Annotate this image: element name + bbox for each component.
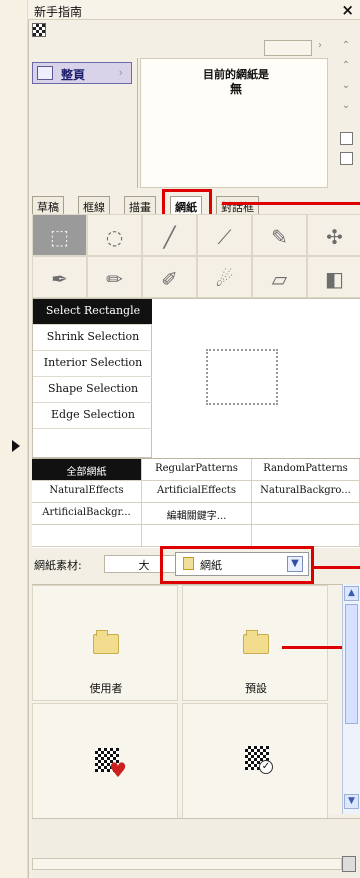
wand-tool[interactable]: ⟋ bbox=[197, 214, 252, 256]
screentone-folder-grid: 使用者 預設 ♥ ✓ bbox=[32, 584, 360, 819]
pen-tool[interactable]: ✒ bbox=[32, 256, 87, 298]
brush-tool[interactable]: ✐ bbox=[142, 256, 197, 298]
material-label: 網紙素材: bbox=[34, 559, 82, 572]
selection-mode-item[interactable]: Shrink Selection bbox=[33, 325, 153, 351]
page-item-label: 整頁 bbox=[61, 68, 86, 82]
left-collapse-rail bbox=[0, 0, 28, 878]
category-all-screentones[interactable]: 全部網紙 bbox=[32, 459, 142, 481]
panel-title-bar: 新手指南 × bbox=[28, 0, 360, 20]
scroll-up-icon[interactable]: ▲ bbox=[344, 586, 359, 601]
right-mini-toolbar: ⌃ ⌃ ⌄ ⌄ bbox=[338, 40, 356, 190]
screentone-thumbnail[interactable]: ♥ bbox=[32, 703, 178, 819]
heart-icon: ♥ bbox=[109, 758, 127, 782]
chevron-right-icon: › bbox=[118, 66, 123, 79]
scroll-down-icon[interactable]: ⌄ bbox=[340, 80, 352, 91]
wand-icon: ⟋ bbox=[217, 225, 232, 249]
tool-tabs: 草稿 框線 描畫 網紙 對話框 bbox=[32, 189, 328, 219]
fill-tool[interactable]: ◧ bbox=[307, 256, 360, 298]
scroll-down-icon[interactable]: ▼ bbox=[344, 794, 359, 809]
dashed-selection-preview bbox=[206, 349, 278, 405]
line-tool[interactable]: ╱ bbox=[142, 214, 197, 256]
eyedropper-tool[interactable]: ✎ bbox=[252, 214, 307, 256]
category-regular-patterns[interactable]: RegularPatterns bbox=[142, 459, 252, 481]
lasso-tool[interactable]: ◌ bbox=[87, 214, 142, 256]
airbrush-icon: ☄ bbox=[215, 267, 234, 291]
line-tool-icon: ╱ bbox=[163, 225, 176, 249]
tool-grid: ⬚ ◌ ╱ ⟋ ✎ ✣ ✒ ✏ ✐ ☄ ▱ ◧ bbox=[32, 214, 360, 298]
scroll-bottom-icon[interactable]: ⌄ bbox=[340, 100, 352, 111]
dropdown-highlight-box bbox=[160, 546, 314, 584]
move-tool[interactable]: ✣ bbox=[307, 214, 360, 256]
page-icon bbox=[37, 66, 53, 80]
pen-icon: ✒ bbox=[51, 267, 68, 291]
scroll-thumb[interactable] bbox=[345, 604, 358, 724]
category-natural-backgrounds[interactable]: NaturalBackgro... bbox=[252, 481, 360, 503]
category-artificial-backgrounds[interactable]: ArtificialBackgr... bbox=[32, 503, 142, 525]
eyedropper-icon: ✎ bbox=[271, 225, 288, 249]
fill-icon: ◧ bbox=[325, 267, 344, 291]
scroll-top-icon[interactable]: ⌃ bbox=[340, 40, 352, 51]
folder-label: 使用者 bbox=[89, 682, 123, 695]
next-page-icon[interactable]: › bbox=[318, 40, 322, 51]
tab-dialog[interactable]: 對話框 bbox=[216, 196, 259, 214]
airbrush-tool[interactable]: ☄ bbox=[197, 256, 252, 298]
tab-draft[interactable]: 草稿 bbox=[32, 196, 64, 214]
category-natural-effects[interactable]: NaturalEffects bbox=[32, 481, 142, 503]
screentone-category-grid: 全部網紙 RegularPatterns RandomPatterns Natu… bbox=[32, 458, 360, 548]
folder-label: 預設 bbox=[245, 682, 267, 695]
horizontal-scrollbar[interactable] bbox=[32, 858, 342, 870]
info-value: 無 bbox=[229, 82, 242, 96]
folder-icon bbox=[93, 630, 119, 654]
tab-frame[interactable]: 框線 bbox=[78, 196, 110, 214]
edit-keywords-item[interactable]: 編輯關鍵字... bbox=[142, 503, 252, 525]
eraser-tool[interactable]: ▱ bbox=[252, 256, 307, 298]
new-window-icon[interactable] bbox=[340, 132, 353, 145]
pencil-icon: ✏ bbox=[106, 267, 123, 291]
checker-icon[interactable] bbox=[32, 23, 46, 37]
selection-mode-list: Select Rectangle Shrink Selection Interi… bbox=[32, 298, 153, 458]
selection-mode-item[interactable]: Edge Selection bbox=[33, 403, 153, 429]
folder-vertical-scrollbar[interactable]: ▲ ▼ bbox=[342, 584, 360, 814]
lock-icon[interactable] bbox=[340, 152, 353, 165]
screentone-thumbnail[interactable]: ✓ bbox=[182, 703, 328, 819]
empty-category-cell bbox=[252, 503, 360, 525]
page-toolbar bbox=[28, 20, 360, 40]
move-icon: ✣ bbox=[326, 225, 343, 249]
selection-mode-item[interactable]: Shape Selection bbox=[33, 377, 153, 403]
pencil-tool[interactable]: ✏ bbox=[87, 256, 142, 298]
page-navigation-box[interactable] bbox=[264, 40, 312, 56]
status-badge-icon: ✓ bbox=[259, 760, 273, 774]
folder-item-user[interactable]: 使用者 bbox=[32, 585, 178, 701]
lasso-icon: ◌ bbox=[105, 225, 124, 249]
tab-outline[interactable]: 描畫 bbox=[124, 196, 156, 214]
empty-category-cell bbox=[142, 525, 252, 547]
tab-callout-line bbox=[222, 202, 360, 205]
empty-category-cell bbox=[32, 525, 142, 547]
selection-mode-item[interactable]: Interior Selection bbox=[33, 351, 153, 377]
dropdown-callout-line bbox=[314, 566, 360, 569]
close-icon[interactable]: × bbox=[341, 1, 354, 19]
select-rect-icon: ⬚ bbox=[50, 225, 69, 249]
folder-item-default[interactable]: 預設 bbox=[182, 585, 328, 701]
select-rect-tool[interactable]: ⬚ bbox=[32, 214, 87, 256]
panel-title: 新手指南 bbox=[34, 5, 83, 19]
collapse-arrow-icon[interactable] bbox=[12, 440, 20, 452]
folder-icon bbox=[243, 630, 269, 654]
page-list-item-whole-page[interactable]: 整頁 › bbox=[32, 62, 132, 84]
material-row: 網紙素材: 大 網紙 ▼ bbox=[32, 546, 360, 584]
trash-icon[interactable] bbox=[342, 856, 356, 872]
scroll-up-icon[interactable]: ⌃ bbox=[340, 60, 352, 71]
selection-mode-item[interactable]: Select Rectangle bbox=[33, 299, 153, 325]
selection-preview bbox=[152, 298, 360, 458]
eraser-icon: ▱ bbox=[271, 267, 288, 291]
category-random-patterns[interactable]: RandomPatterns bbox=[252, 459, 360, 481]
brush-icon: ✐ bbox=[161, 267, 178, 291]
empty-category-cell bbox=[252, 525, 360, 547]
category-artificial-effects[interactable]: ArtificialEffects bbox=[142, 481, 252, 503]
